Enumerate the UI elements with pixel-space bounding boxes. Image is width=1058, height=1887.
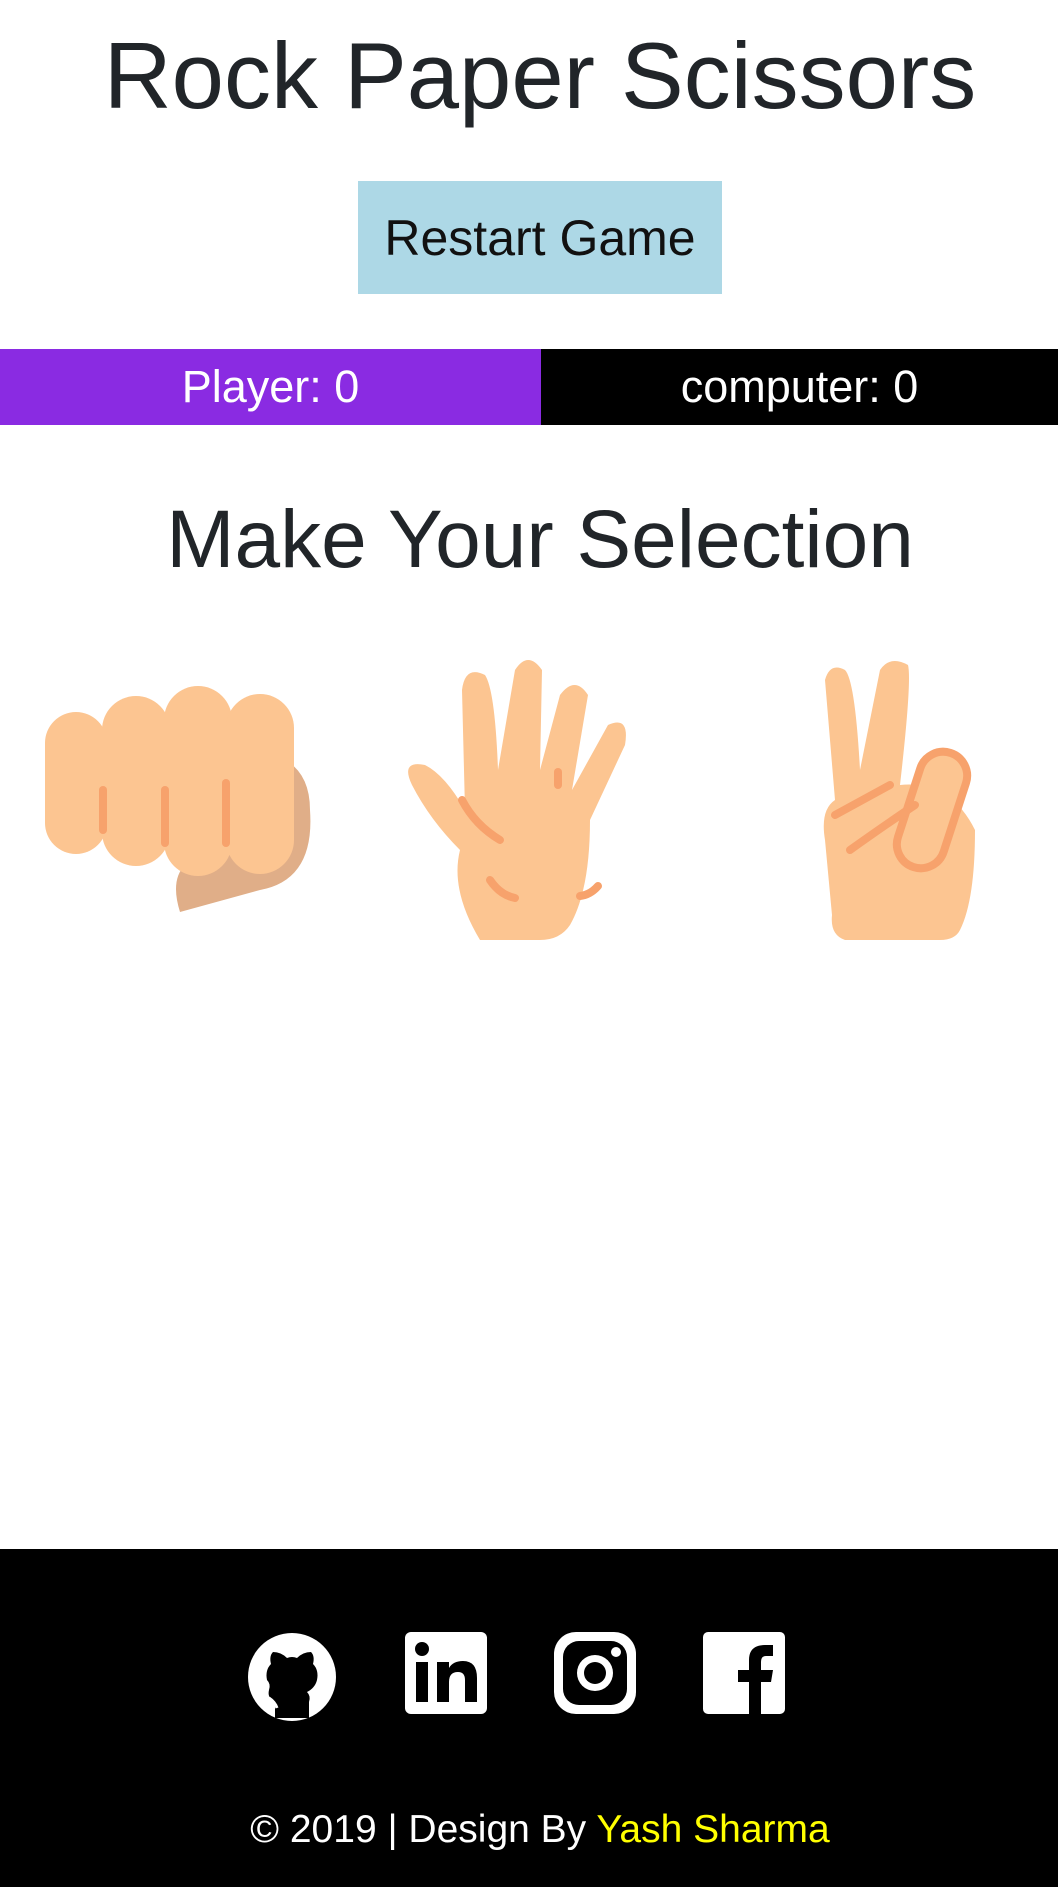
scissors-choice[interactable] xyxy=(790,650,1010,940)
player-score: Player: 0 xyxy=(0,349,541,425)
github-link[interactable] xyxy=(247,1632,337,1722)
game-page: Rock Paper Scissors Restart Game Player:… xyxy=(0,0,1058,1887)
linkedin-icon xyxy=(405,1632,487,1714)
instagram-link[interactable] xyxy=(554,1632,644,1722)
facebook-link[interactable] xyxy=(703,1632,793,1722)
instagram-icon xyxy=(554,1632,636,1714)
linkedin-link[interactable] xyxy=(405,1632,495,1722)
restart-game-button[interactable]: Restart Game xyxy=(358,181,722,294)
copyright: © 2019 | Design By Yash Sharma xyxy=(0,1806,1058,1854)
selection-heading: Make Your Selection xyxy=(166,494,914,585)
copyright-prefix: © 2019 | Design By xyxy=(250,1808,597,1851)
open-hand-icon xyxy=(408,660,626,940)
github-icon xyxy=(248,1633,336,1721)
facebook-icon xyxy=(703,1632,785,1714)
author-link[interactable]: Yash Sharma xyxy=(596,1808,829,1851)
page-title: Rock Paper Scissors xyxy=(103,23,977,128)
computer-score: computer: 0 xyxy=(541,349,1058,425)
paper-choice[interactable] xyxy=(390,650,690,940)
fist-icon xyxy=(45,686,311,912)
victory-hand-icon xyxy=(823,661,975,940)
scoreboard: Player: 0 computer: 0 xyxy=(0,349,1058,425)
rock-choice[interactable] xyxy=(40,650,340,940)
